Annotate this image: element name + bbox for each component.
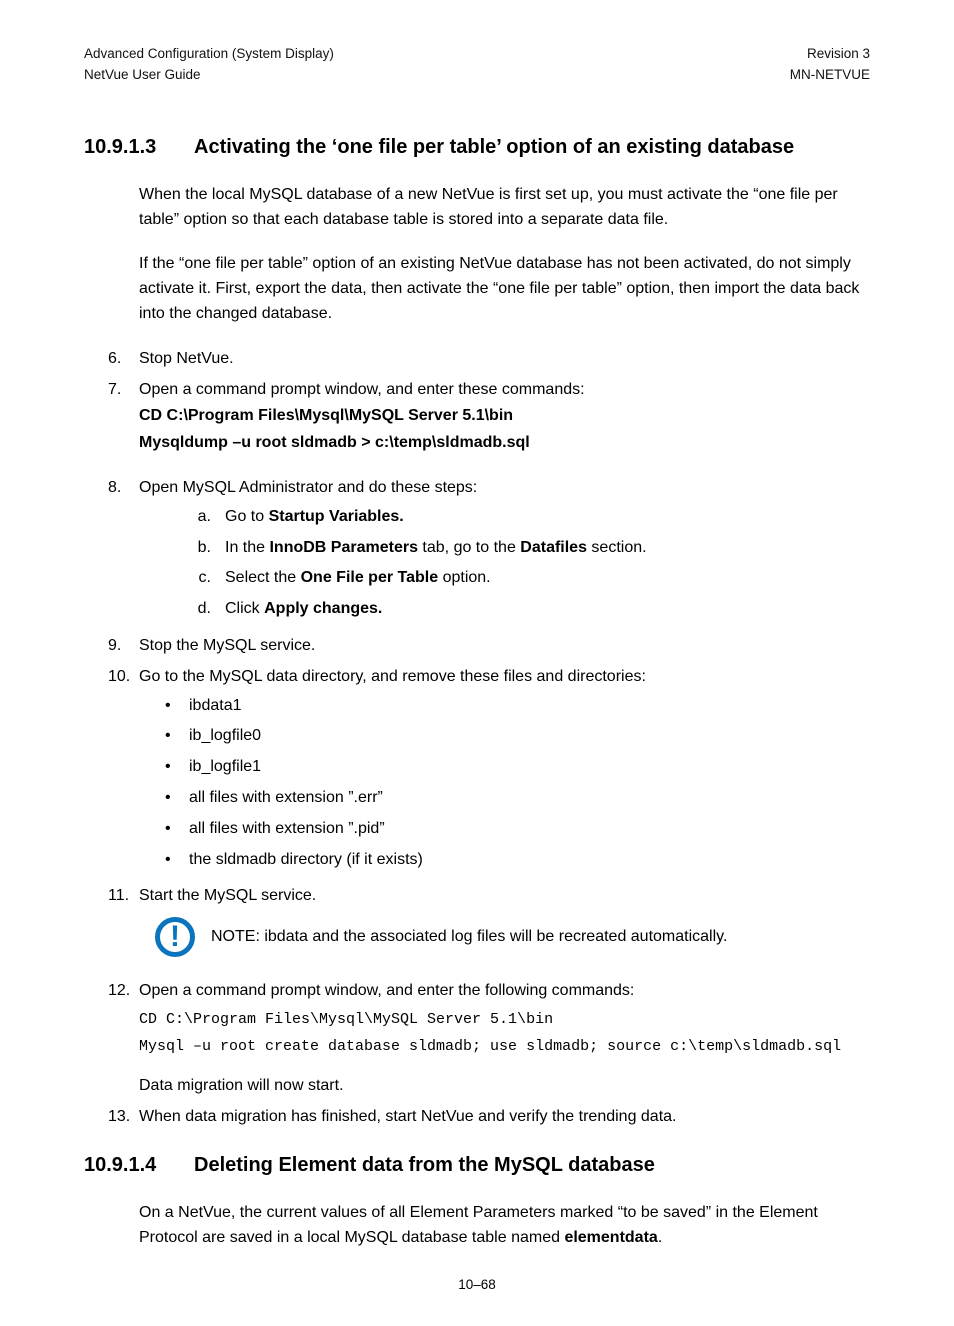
bullet-icon: •: [163, 755, 189, 780]
intro-para-1: When the local MySQL database of a new N…: [84, 183, 870, 233]
step-7: 7. Open a command prompt window, and ent…: [84, 378, 870, 458]
step-text: When data migration has finished, start …: [139, 1105, 870, 1130]
step-text: Open MySQL Administrator and do these st…: [139, 479, 477, 496]
note-text: NOTE: ibdata and the associated log file…: [211, 925, 870, 950]
section2-para: On a NetVue, the current values of all E…: [84, 1201, 870, 1251]
step-text: Open a command prompt window, and enter …: [139, 381, 585, 398]
section-title: Activating the ‘one file per table’ opti…: [194, 132, 870, 163]
step-content: Go to the MySQL data directory, and remo…: [139, 665, 870, 879]
info-exclamation-icon: !: [155, 917, 195, 957]
header-right: Revision 3 MN-NETVUE: [790, 44, 870, 86]
substep-b: b. In the InnoDB Parameters tab, go to t…: [139, 536, 870, 561]
bullet-icon: •: [163, 694, 189, 719]
header-left-1: Advanced Configuration (System Display): [84, 44, 334, 65]
list-item: •ib_logfile0: [163, 724, 870, 749]
list-item: •the sldmadb directory (if it exists): [163, 848, 870, 873]
substep-marker: a.: [139, 505, 225, 530]
substep-marker: b.: [139, 536, 225, 561]
section-number: 10.9.1.3: [84, 132, 194, 163]
bullet-icon: •: [163, 848, 189, 873]
page: Advanced Configuration (System Display) …: [0, 0, 954, 1326]
step-content: Open a command prompt window, and enter …: [139, 979, 870, 1099]
step-6: 6. Stop NetVue.: [84, 347, 870, 372]
substeps: a. Go to Startup Variables. b. In the In…: [139, 505, 870, 622]
running-header: Advanced Configuration (System Display) …: [84, 44, 870, 86]
note-block: ! NOTE: ibdata and the associated log fi…: [139, 917, 870, 957]
step-marker: 9.: [84, 634, 139, 659]
step-text: Start the MySQL service.: [139, 887, 316, 904]
substep-a: a. Go to Startup Variables.: [139, 505, 870, 530]
step-text: Open a command prompt window, and enter …: [139, 982, 634, 999]
substep-d: d. Click Apply changes.: [139, 597, 870, 622]
step-marker: 13.: [84, 1105, 139, 1130]
command-line: Mysqldump –u root sldmadb > c:\temp\sldm…: [139, 431, 870, 456]
bullet-icon: •: [163, 724, 189, 749]
step-text: Stop the MySQL service.: [139, 634, 870, 659]
step-text: Go to the MySQL data directory, and remo…: [139, 668, 646, 685]
step-11: 11. Start the MySQL service. ! NOTE: ibd…: [84, 884, 870, 973]
list-item: •ibdata1: [163, 694, 870, 719]
substep-marker: d.: [139, 597, 225, 622]
step-text: Stop NetVue.: [139, 347, 870, 372]
step-content: Open MySQL Administrator and do these st…: [139, 476, 870, 628]
step-content: Start the MySQL service. ! NOTE: ibdata …: [139, 884, 870, 973]
substep-text: Click Apply changes.: [225, 597, 870, 622]
code-line: Mysql –u root create database sldmadb; u…: [139, 1035, 870, 1058]
step-12: 12. Open a command prompt window, and en…: [84, 979, 870, 1099]
header-right-2: MN-NETVUE: [790, 65, 870, 86]
code-line: CD C:\Program Files\Mysql\MySQL Server 5…: [139, 1008, 870, 1031]
note-icon-holder: !: [139, 917, 211, 957]
step-content: Open a command prompt window, and enter …: [139, 378, 870, 458]
step-marker: 6.: [84, 347, 139, 372]
step-13: 13. When data migration has finished, st…: [84, 1105, 870, 1130]
step-marker: 11.: [84, 884, 139, 973]
list-item: •ib_logfile1: [163, 755, 870, 780]
step-marker: 7.: [84, 378, 139, 458]
header-right-1: Revision 3: [790, 44, 870, 65]
page-number: 10–68: [84, 1275, 870, 1296]
step-10: 10. Go to the MySQL data directory, and …: [84, 665, 870, 879]
section-title: Deleting Element data from the MySQL dat…: [194, 1150, 870, 1181]
bullet-icon: •: [163, 817, 189, 842]
substep-text: In the InnoDB Parameters tab, go to the …: [225, 536, 870, 561]
command-line: CD C:\Program Files\Mysql\MySQL Server 5…: [139, 404, 870, 429]
substep-text: Select the One File per Table option.: [225, 566, 870, 591]
section-heading-2: 10.9.1.4 Deleting Element data from the …: [84, 1150, 870, 1181]
bullet-list: •ibdata1 •ib_logfile0 •ib_logfile1 •all …: [163, 694, 870, 873]
section-heading-1: 10.9.1.3 Activating the ‘one file per ta…: [84, 132, 870, 163]
header-left: Advanced Configuration (System Display) …: [84, 44, 334, 86]
section-number: 10.9.1.4: [84, 1150, 194, 1181]
substep-c: c. Select the One File per Table option.: [139, 566, 870, 591]
step-9: 9. Stop the MySQL service.: [84, 634, 870, 659]
bullet-icon: •: [163, 786, 189, 811]
list-item: •all files with extension ”.pid”: [163, 817, 870, 842]
numbered-steps: 6. Stop NetVue. 7. Open a command prompt…: [84, 347, 870, 1130]
step-8: 8. Open MySQL Administrator and do these…: [84, 476, 870, 628]
substep-text: Go to Startup Variables.: [225, 505, 870, 530]
intro-para-2: If the “one file per table” option of an…: [84, 252, 870, 326]
step-marker: 8.: [84, 476, 139, 628]
step-marker: 10.: [84, 665, 139, 879]
substep-marker: c.: [139, 566, 225, 591]
header-left-2: NetVue User Guide: [84, 65, 334, 86]
step-followup: Data migration will now start.: [139, 1074, 870, 1099]
step-marker: 12.: [84, 979, 139, 1099]
list-item: •all files with extension ”.err”: [163, 786, 870, 811]
